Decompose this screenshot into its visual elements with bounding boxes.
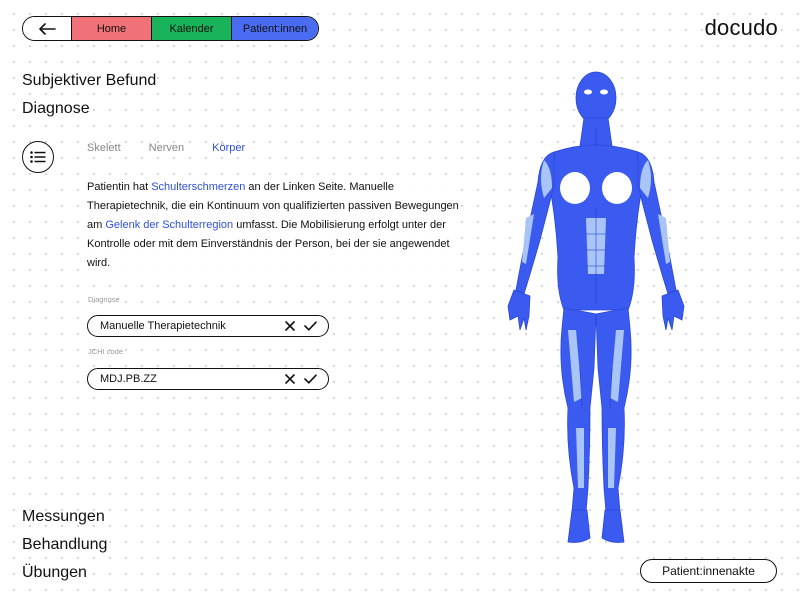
link-shoulder-joint[interactable]: Gelenk der Schulterregion [105,219,233,231]
jchi-code-input[interactable] [100,373,280,385]
tab-skeleton[interactable]: Skelett [87,142,121,154]
section-diagnosis[interactable]: Diagnose [22,100,90,118]
description-text-1: Patientin hat [87,181,152,193]
check-icon [303,321,317,331]
close-icon [285,321,295,331]
jchi-field [87,368,329,390]
diagnosis-input[interactable] [100,320,280,332]
list-menu-button[interactable] [22,141,54,173]
nav-home[interactable]: Home [72,17,152,40]
close-icon [285,374,295,384]
patient-record-button[interactable]: Patient:innenakte [640,559,777,583]
nav-patients[interactable]: Patient:innen [232,17,318,40]
check-icon [303,374,317,384]
back-button[interactable] [23,17,72,40]
brand-logo: docudo [704,15,778,40]
diagnosis-field-label: Diagnose [88,295,120,304]
confirm-diagnosis-button[interactable] [300,316,320,336]
diagnosis-field [87,315,329,337]
arrow-left-icon [39,22,56,35]
diagnosis-description: Patientin hat Schulterschmerzen an der L… [87,178,459,273]
confirm-jchi-button[interactable] [300,369,320,389]
list-icon [30,151,46,163]
top-navigation: Home Kalender Patient:innen [22,16,319,41]
clear-jchi-button[interactable] [280,369,300,389]
tab-body[interactable]: Körper [212,142,245,154]
anatomy-tabs: Skelett Nerven Körper [87,142,245,154]
section-treatment[interactable]: Behandlung [22,536,107,554]
link-shoulder-pain[interactable]: Schulterschmerzen [151,181,245,193]
jchi-field-label: JCHI code [88,347,124,356]
clear-diagnosis-button[interactable] [280,316,300,336]
anatomy-body-figure[interactable] [496,68,696,552]
section-exercises[interactable]: Übungen [22,564,87,582]
nav-calendar[interactable]: Kalender [152,17,232,40]
section-measurements[interactable]: Messungen [22,508,105,526]
tab-nerves[interactable]: Nerven [149,142,184,154]
section-subjective-findings[interactable]: Subjektiver Befund [22,72,156,90]
